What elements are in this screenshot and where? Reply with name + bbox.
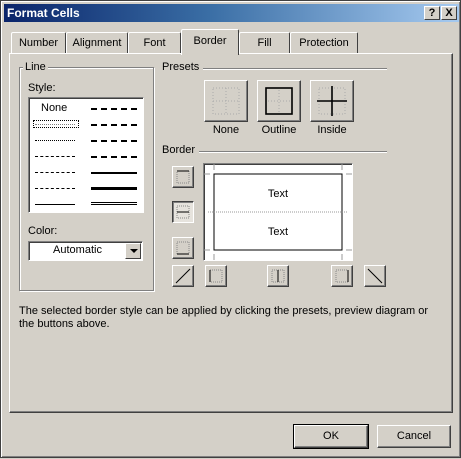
line-style-dash-dot-dot[interactable] — [35, 156, 75, 157]
color-dropdown[interactable]: Automatic — [28, 241, 143, 261]
preset-inside-icon — [317, 86, 347, 116]
border-bottom-button[interactable] — [172, 237, 194, 259]
preset-none-button[interactable] — [204, 80, 248, 122]
color-label: Color: — [28, 225, 58, 237]
color-value: Automatic — [53, 244, 102, 256]
border-bottom-icon — [176, 241, 190, 255]
line-style-dashed[interactable] — [35, 188, 75, 189]
line-style-double[interactable] — [91, 202, 137, 205]
line-style-medium-dash-dot[interactable] — [91, 140, 137, 142]
preview-text-top: Text — [267, 188, 289, 200]
border-inside-horizontal-icon — [176, 205, 190, 219]
diagonal-up-icon — [175, 268, 191, 284]
preview-grid — [204, 164, 352, 260]
border-inside-horizontal-button[interactable] — [172, 201, 194, 223]
diagonal-down-icon — [367, 268, 383, 284]
presets-divider — [203, 68, 387, 70]
border-left-button[interactable] — [205, 265, 227, 287]
border-inside-vertical-icon — [271, 269, 285, 283]
preset-outline-button[interactable] — [257, 80, 301, 122]
border-divider — [199, 151, 387, 153]
border-right-icon — [335, 269, 349, 283]
border-right-button[interactable] — [331, 265, 353, 287]
border-left-icon — [209, 269, 223, 283]
line-style-dash-dot[interactable] — [35, 172, 75, 173]
line-style-dotted[interactable] — [35, 140, 75, 141]
line-group-title: Line — [23, 61, 48, 73]
preview-text-bottom: Text — [267, 226, 289, 238]
line-style-slanted-dash-dot[interactable] — [91, 124, 137, 126]
border-top-button[interactable] — [172, 166, 194, 188]
line-style-none[interactable]: None — [41, 102, 67, 114]
border-preview[interactable]: Text Text — [203, 163, 353, 261]
line-style-thin[interactable] — [35, 204, 75, 205]
chevron-down-icon[interactable] — [125, 243, 141, 259]
preset-outline-label: Outline — [261, 124, 297, 136]
border-top-icon — [176, 170, 190, 184]
line-style-hair — [35, 124, 75, 125]
line-style-medium[interactable] — [91, 172, 137, 174]
line-style-list[interactable]: None — [28, 97, 144, 213]
description-text: The selected border style can be applied… — [19, 305, 429, 330]
border-diagonal-down-button[interactable] — [364, 265, 386, 287]
line-style-medium-dashed[interactable] — [91, 156, 137, 158]
preset-inside-label: Inside — [317, 124, 347, 136]
line-style-medium-dash-dot-dot[interactable] — [91, 108, 137, 110]
preset-inside-button[interactable] — [310, 80, 354, 122]
preset-none-label: None — [212, 124, 240, 136]
format-cells-dialog: Format Cells ? X Number Alignment Font B… — [0, 0, 461, 458]
presets-title: Presets — [160, 61, 202, 73]
border-inside-vertical-button[interactable] — [267, 265, 289, 287]
preset-outline-icon — [265, 87, 293, 115]
border-title: Border — [160, 144, 198, 156]
style-label: Style: — [28, 82, 56, 94]
border-diagonal-up-button[interactable] — [172, 265, 194, 287]
preset-none-icon — [212, 87, 240, 115]
line-style-thick[interactable] — [91, 187, 137, 190]
